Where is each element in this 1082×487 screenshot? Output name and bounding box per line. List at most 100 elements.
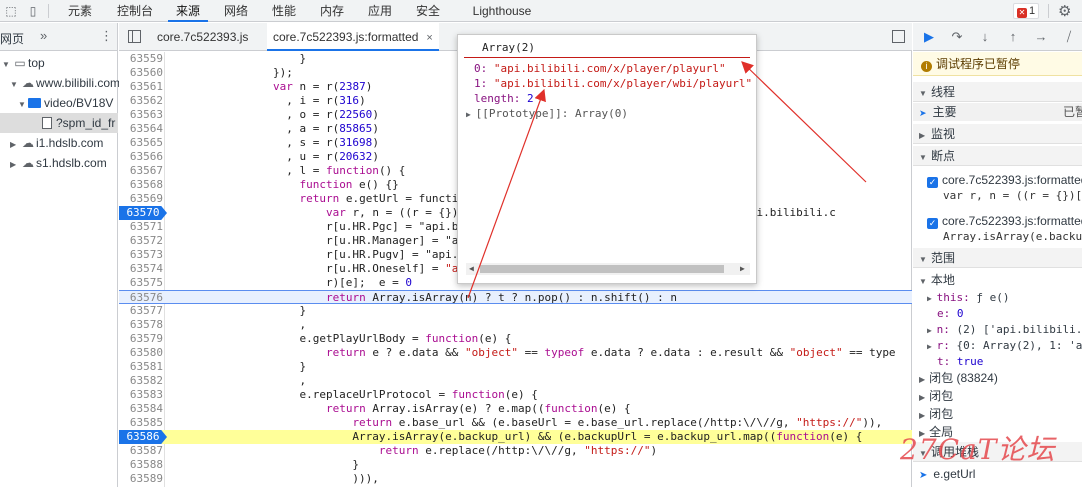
popover-title[interactable]: Array(2) bbox=[464, 40, 750, 58]
value-popover[interactable]: Array(2) 0: "api.bilibili.com/x/player/p… bbox=[457, 34, 757, 284]
expand-arrow-icon[interactable]: ▶ bbox=[10, 155, 20, 175]
expand-arrow-icon[interactable]: ▶ bbox=[466, 110, 476, 119]
step-out-icon[interactable]: ↑ bbox=[1005, 29, 1021, 45]
line-number[interactable]: 63583 bbox=[119, 388, 163, 402]
scope-closure-1[interactable]: ▶ 闭包 (83824) bbox=[913, 369, 1082, 387]
code-line[interactable]: 63584 return Array.isArray(e) ? e.map((f… bbox=[119, 402, 912, 416]
expand-arrow-icon[interactable]: ▶ bbox=[919, 126, 927, 146]
expand-arrow-icon[interactable]: ▶ bbox=[927, 294, 937, 303]
line-number[interactable]: 63588 bbox=[119, 458, 163, 472]
line-number[interactable]: 63572 bbox=[119, 234, 163, 248]
code-line[interactable]: 63579 e.getPlayUrlBody = function(e) { bbox=[119, 332, 912, 346]
code-line[interactable]: 63582 , bbox=[119, 374, 912, 388]
collapse-arrow-icon[interactable]: ▼ bbox=[919, 277, 927, 286]
line-number[interactable]: 63565 bbox=[119, 136, 163, 150]
tree-item-domain-i1[interactable]: ▶ ☁ i1.hdslb.com bbox=[10, 133, 103, 153]
line-number[interactable]: 63578 bbox=[119, 318, 163, 332]
toggle-navigator-icon[interactable] bbox=[128, 30, 141, 43]
tab-network[interactable]: 网络 bbox=[216, 0, 256, 22]
tree-item-domain-bilibili[interactable]: ▼ ☁ www.bilibili.com bbox=[10, 73, 120, 93]
deactivate-breakpoints-icon[interactable]: ⧸ bbox=[1061, 29, 1077, 45]
line-number[interactable]: 63579 bbox=[119, 332, 163, 346]
device-toolbar-icon[interactable]: ▯ bbox=[26, 4, 40, 18]
line-number[interactable]: 63577 bbox=[119, 304, 163, 318]
code-line[interactable]: 63586 Array.isArray(e.backup_url) && (e.… bbox=[119, 430, 912, 444]
section-breakpoints[interactable]: ▼ 断点 bbox=[913, 146, 1082, 166]
line-number[interactable]: 63561 bbox=[119, 80, 163, 94]
expand-arrow-icon[interactable]: ▶ bbox=[919, 393, 925, 402]
code-line[interactable]: 63581 } bbox=[119, 360, 912, 374]
tab-lighthouse[interactable]: Lighthouse bbox=[462, 0, 542, 22]
line-number[interactable]: 63569 bbox=[119, 192, 163, 206]
code-line[interactable]: 63583 e.replaceUrlProtocol = function(e)… bbox=[119, 388, 912, 402]
tab-performance[interactable]: 性能 bbox=[264, 0, 304, 22]
close-tab-icon[interactable]: × bbox=[426, 32, 432, 44]
editor-tab-core[interactable]: core.7c522393.js bbox=[151, 23, 254, 51]
collapse-arrow-icon[interactable]: ▼ bbox=[18, 95, 28, 115]
popover-prototype[interactable]: ▶ [[Prototype]]: Array(0) bbox=[466, 106, 628, 121]
section-scope[interactable]: ▼ 范围 bbox=[913, 248, 1082, 268]
scroll-right-icon[interactable]: ▶ bbox=[740, 263, 745, 275]
line-number[interactable]: 63564 bbox=[119, 122, 163, 136]
tree-item-file-selected[interactable]: ?spm_id_fr bbox=[0, 113, 118, 133]
scope-local[interactable]: ▼ 本地 bbox=[913, 271, 1082, 289]
inspect-element-icon[interactable]: ⬚ bbox=[4, 4, 18, 18]
line-number[interactable]: 63580 bbox=[119, 346, 163, 360]
popover-item-0[interactable]: 0: "api.bilibili.com/x/player/playurl" bbox=[474, 61, 726, 76]
step-into-icon[interactable]: ↓ bbox=[977, 29, 993, 45]
popover-item-1[interactable]: 1: "api.bilibili.com/x/player/wbi/playur… bbox=[474, 76, 752, 91]
tab-memory[interactable]: 内存 bbox=[312, 0, 352, 22]
step-over-icon[interactable]: ↷ bbox=[949, 29, 965, 45]
code-line[interactable]: 63589 ))), bbox=[119, 472, 912, 486]
code-line[interactable]: 63577 } bbox=[119, 304, 912, 318]
tab-console[interactable]: 控制台 bbox=[108, 0, 162, 22]
line-number[interactable]: 63560 bbox=[119, 66, 163, 80]
tab-application[interactable]: 应用 bbox=[360, 0, 400, 22]
popover-scrollbar[interactable]: ◀ ▶ bbox=[466, 263, 750, 275]
tree-item-folder-video[interactable]: ▼ video/BV18V bbox=[18, 93, 113, 113]
scope-closure-2[interactable]: ▶ 闭包 bbox=[913, 387, 1082, 405]
tab-elements[interactable]: 元素 bbox=[60, 0, 100, 22]
thread-main[interactable]: ➤ 主要 已暂 bbox=[913, 103, 1082, 121]
line-number[interactable]: 63581 bbox=[119, 360, 163, 374]
collapse-arrow-icon[interactable]: ▼ bbox=[2, 55, 12, 75]
section-watch[interactable]: ▶ 监视 bbox=[913, 124, 1082, 144]
tree-item-domain-s1[interactable]: ▶ ☁ s1.hdslb.com bbox=[10, 153, 107, 173]
toggle-debugger-icon[interactable] bbox=[892, 30, 905, 43]
step-icon[interactable]: → bbox=[1033, 29, 1049, 45]
code-line[interactable]: 63576 return Array.isArray(n) ? t ? n.po… bbox=[119, 290, 912, 304]
line-number[interactable]: 63584 bbox=[119, 402, 163, 416]
line-number[interactable]: 63568 bbox=[119, 178, 163, 192]
line-number[interactable]: 63573 bbox=[119, 248, 163, 262]
expand-arrow-icon[interactable]: ▶ bbox=[927, 342, 937, 351]
code-line[interactable]: 63578 , bbox=[119, 318, 912, 332]
navigator-tab-page[interactable]: 网页 bbox=[0, 30, 24, 47]
gear-icon[interactable]: ⚙ bbox=[1058, 2, 1071, 20]
code-line[interactable]: 63588 } bbox=[119, 458, 912, 472]
expand-arrow-icon[interactable]: ▶ bbox=[927, 326, 937, 335]
collapse-arrow-icon[interactable]: ▼ bbox=[919, 250, 927, 270]
collapse-arrow-icon[interactable]: ▼ bbox=[919, 148, 927, 168]
line-number[interactable]: 63585 bbox=[119, 416, 163, 430]
collapse-arrow-icon[interactable]: ▼ bbox=[919, 84, 927, 104]
editor-tab-core-formatted[interactable]: core.7c522393.js:formatted × bbox=[267, 23, 439, 51]
breakpoint-code-2[interactable]: Array.isArray(e.backu bbox=[913, 228, 1082, 246]
scrollbar-thumb[interactable] bbox=[480, 265, 724, 273]
line-number[interactable]: 63582 bbox=[119, 374, 163, 388]
more-tabs-icon[interactable]: » bbox=[40, 28, 47, 43]
scope-closure-3[interactable]: ▶ 闭包 bbox=[913, 405, 1082, 423]
code-line[interactable]: 63585 return e.base_url && (e.baseUrl = … bbox=[119, 416, 912, 430]
line-number[interactable]: 63567 bbox=[119, 164, 163, 178]
tree-item-top[interactable]: ▼ ▭ top bbox=[2, 53, 45, 73]
line-number[interactable]: 63589 bbox=[119, 472, 163, 486]
line-number[interactable]: 63563 bbox=[119, 108, 163, 122]
scroll-left-icon[interactable]: ◀ bbox=[469, 263, 474, 275]
breakpoint-code-1[interactable]: var r, n = ((r = {})[ bbox=[913, 187, 1082, 205]
code-line[interactable]: 63587 return e.replace(/http:\/\//g, "ht… bbox=[119, 444, 912, 458]
breakpoint-marker[interactable]: 63586 bbox=[119, 430, 167, 444]
expand-arrow-icon[interactable]: ▶ bbox=[10, 135, 20, 155]
breakpoint-marker[interactable]: 63570 bbox=[119, 206, 167, 220]
expand-arrow-icon[interactable]: ▶ bbox=[919, 375, 925, 384]
line-number[interactable]: 63559 bbox=[119, 52, 163, 66]
tab-security[interactable]: 安全 bbox=[408, 0, 448, 22]
